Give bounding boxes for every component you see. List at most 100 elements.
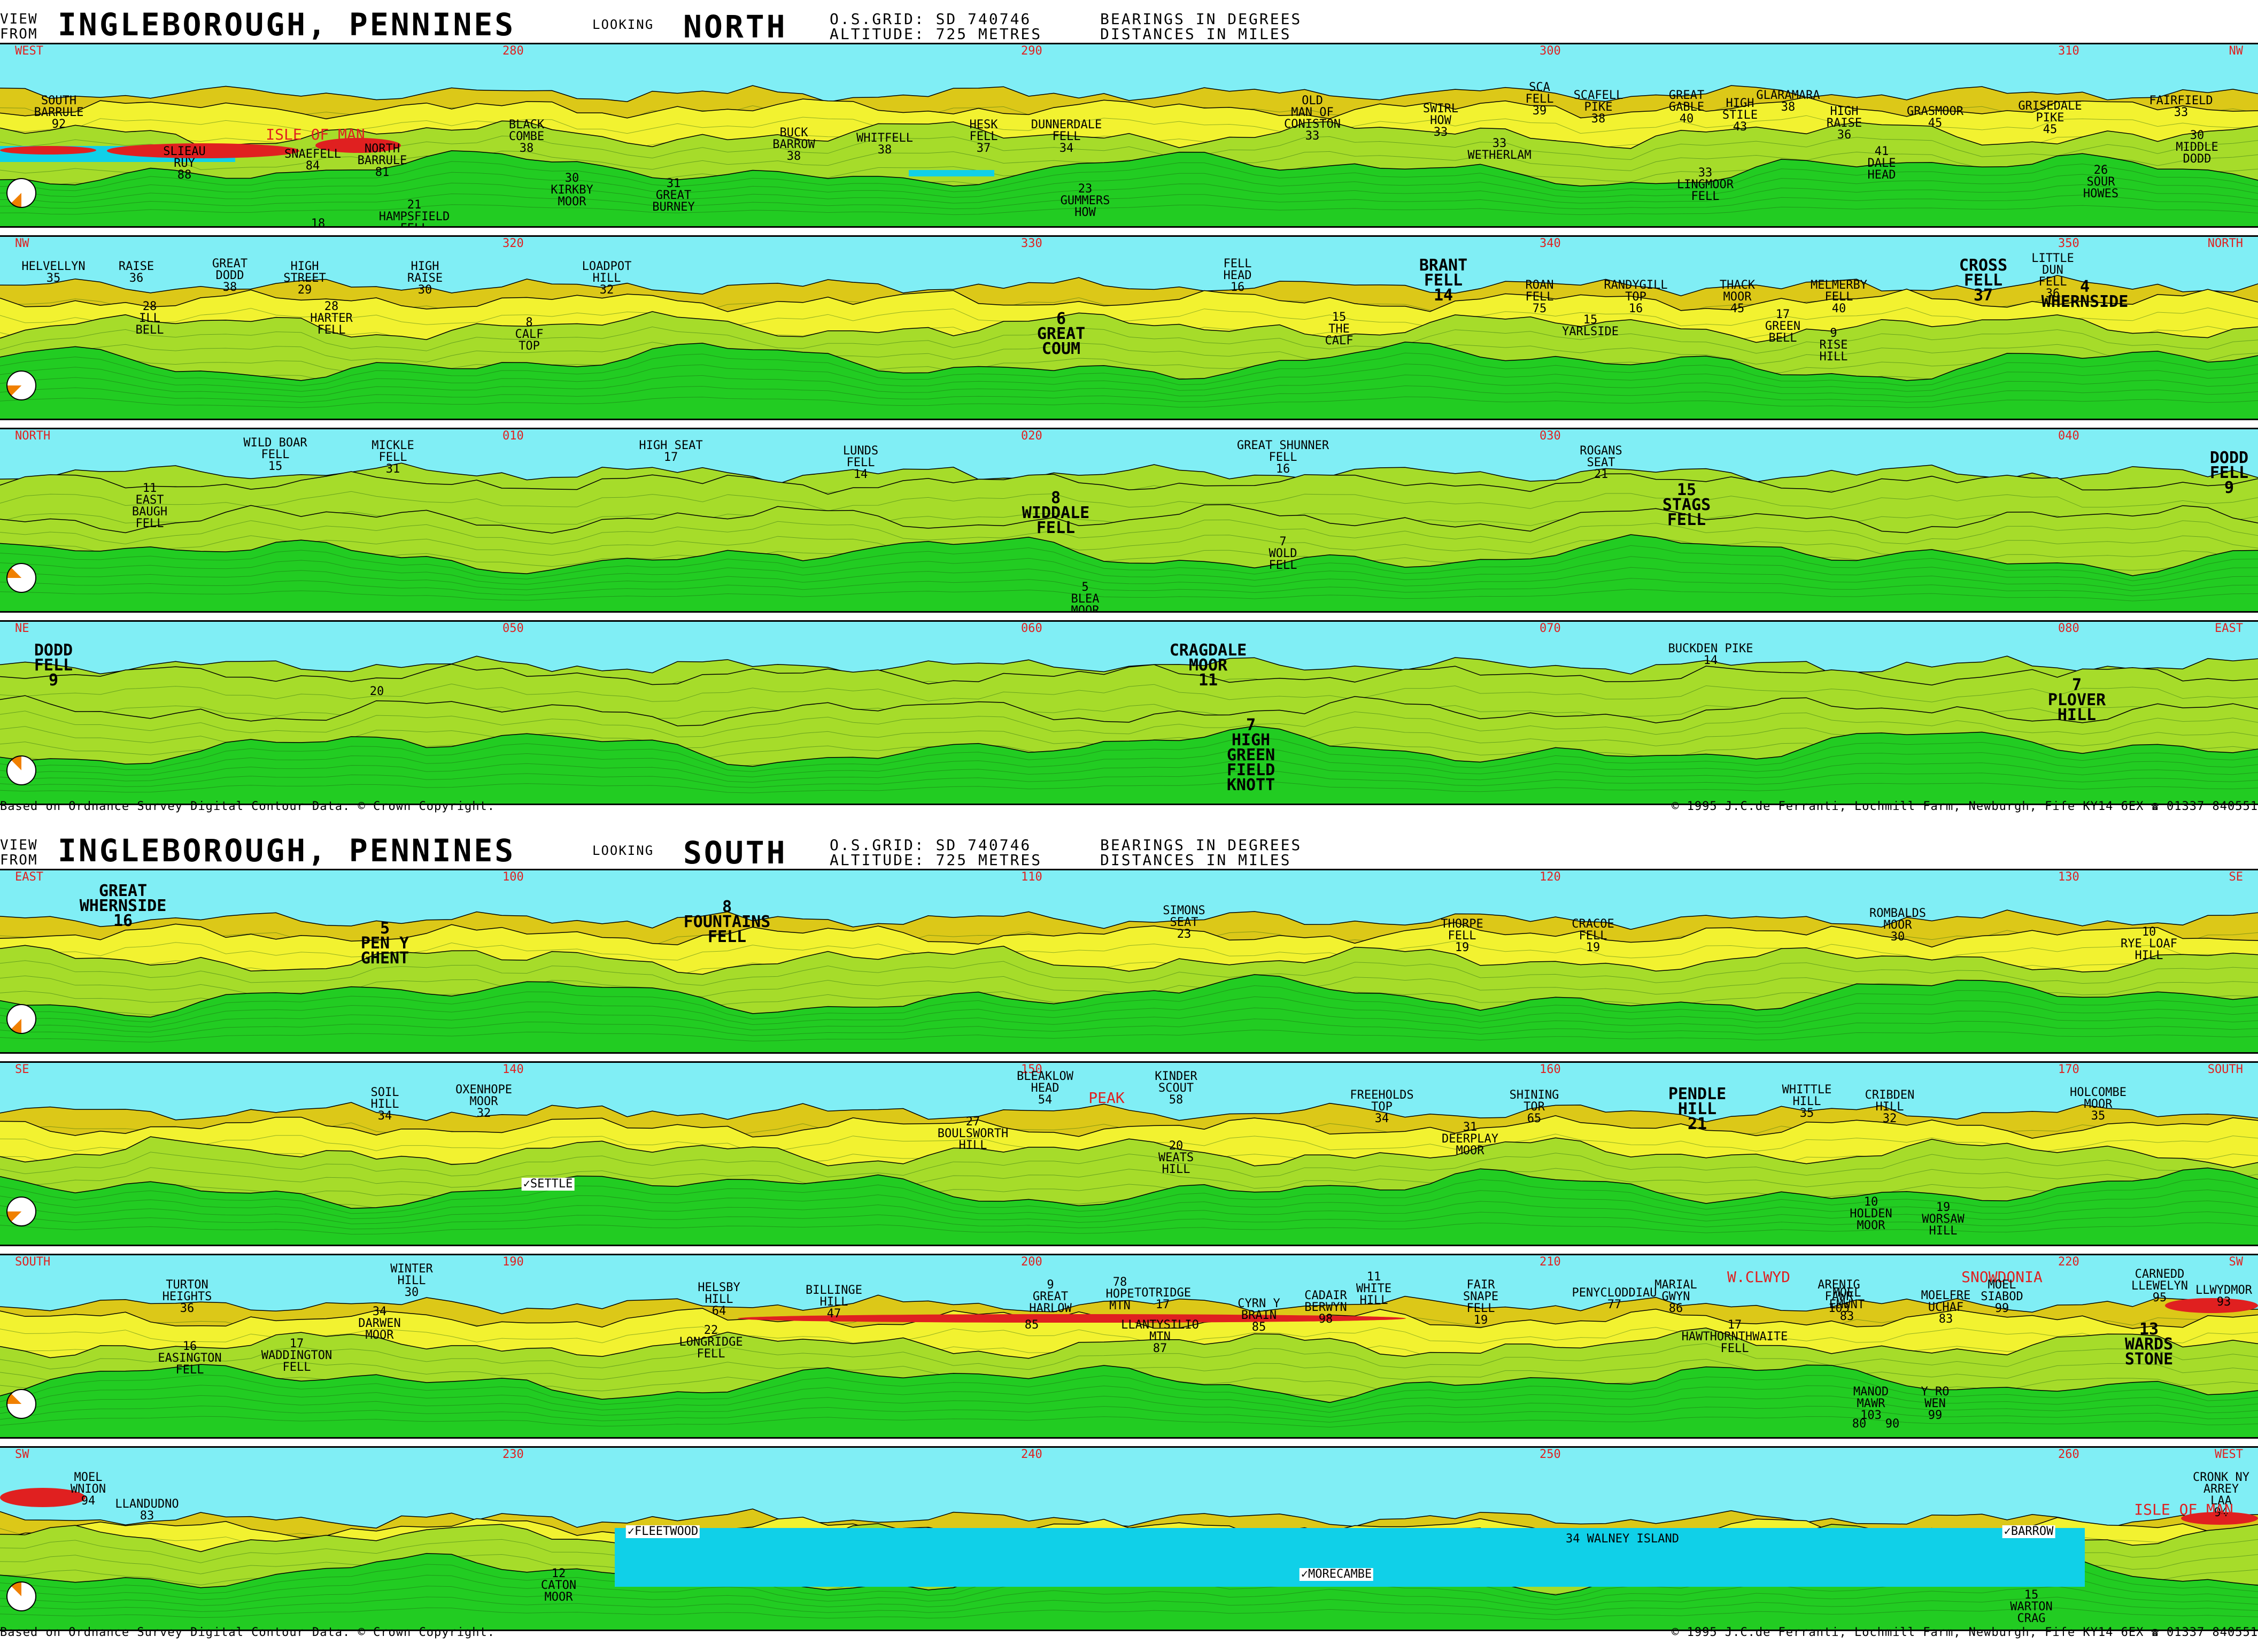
direction-left: EAST: [15, 870, 43, 884]
header-north: VIEW FROM INGLEBOROUGH, PENNINES LOOKING…: [0, 0, 2258, 45]
peak-label: HIGH RAISE 30: [407, 260, 443, 297]
peak-label: 17 WADDINGTON FELL: [261, 1337, 332, 1374]
direction-right: SW: [2229, 1255, 2244, 1269]
bearing-sector-icon: [6, 1196, 36, 1226]
view-from-label: VIEW FROM: [0, 837, 38, 868]
direction-right: NORTH: [2207, 237, 2243, 250]
bearing-sector-icon: [6, 1004, 36, 1034]
bearing-tick: 310: [2058, 44, 2079, 58]
distances-note: DISTANCES IN MILES: [1100, 851, 1292, 869]
bearing-tick: 220: [2058, 1255, 2079, 1269]
bearing-tick: 280: [502, 44, 524, 58]
peak-label: 20 WEATS HILL: [1158, 1139, 1194, 1176]
peak-label: 8 CALF TOP: [515, 316, 544, 353]
peak-label: 6 GREAT COUM: [1037, 310, 1086, 358]
peak-label: SOIL HILL 34: [370, 1086, 399, 1123]
peak-label: WILD BOAR FELL 15: [243, 436, 307, 473]
place-title: INGLEBOROUGH, PENNINES: [58, 6, 516, 43]
peak-label: CYRN Y BRAIN 85: [1238, 1297, 1280, 1334]
peak-label: GRISEDALE PIKE 45: [2018, 99, 2082, 136]
peak-label: CRAGDALE MOOR 11: [1169, 641, 1247, 690]
peak-label: 12 SCOUT HILL: [1228, 226, 1242, 227]
distant-red-hill: [0, 146, 96, 155]
peak-label: 13 WARDS STONE: [2124, 1320, 2174, 1369]
direction-right: SOUTH: [2207, 1063, 2243, 1076]
header-south: VIEW FROM INGLEBOROUGH, PENNINES LOOKING…: [0, 826, 2258, 871]
peak-label: THACK MOOR 45: [1719, 279, 1756, 315]
peak-label: SCA FELL 39: [1525, 81, 1554, 118]
peak-label: FREEHOLDS TOP 34: [1350, 1089, 1414, 1125]
peak-label: 20: [369, 685, 384, 698]
peak-label: MELMERBY FELL 40: [1811, 279, 1867, 315]
peak-label: RANDYGILL TOP 16: [1604, 279, 1668, 315]
bearing-tick: 140: [502, 1063, 524, 1076]
bearing-tick: 190: [502, 1255, 524, 1269]
peak-label: SOUTH BARRULE 92: [34, 94, 84, 131]
peak-label: BILLINGE HILL 47: [806, 1284, 862, 1321]
peak-label: 16 EASINGTON FELL: [158, 1340, 222, 1377]
peak-label: DODD FELL 9: [34, 641, 73, 690]
peak-label: 7 PLOVER HILL: [2047, 676, 2106, 724]
peak-label: 33 LINGMOOR FELL: [1677, 166, 1734, 203]
peak-label: 27 BOULSWORTH HILL: [937, 1115, 1009, 1152]
peak-label: HIGH STILE 43: [1722, 97, 1758, 134]
panorama-strip: NW NORTH 320 330 340 350 HELVELLYN 35 RAISE 36 G…: [0, 235, 2258, 420]
peak-label: PENDLE HILL 21: [1668, 1085, 1727, 1133]
looking-direction: SOUTH: [683, 835, 787, 871]
footer-copyright: © 1995 J.C.de Ferranti, Lochmill Farm, N…: [1672, 800, 2258, 813]
bearing-tick: 030: [1540, 429, 1561, 443]
bearing-sector-icon: [6, 1389, 36, 1419]
peak-label: SWIRL HOW 33: [1422, 102, 1459, 139]
peak-label: MOEL WNION 94: [70, 1471, 106, 1508]
peak-label: LUNDS FELL 14: [842, 444, 879, 481]
peak-label: 30 KIRKBY MOOR: [551, 172, 593, 209]
peak-label: MANOD MAWR 103: [1853, 1385, 1889, 1422]
direction-left: WEST: [15, 44, 43, 58]
peak-label: 22 LONGRIDGE FELL: [679, 1324, 743, 1361]
peak-label: MARIAL GWYN 86: [1654, 1278, 1697, 1315]
peak-label: CARNEDD LLEWELYN 95: [2131, 1268, 2188, 1304]
bearing-tick: 350: [2058, 237, 2079, 250]
peak-label: SIMONS SEAT 23: [1163, 904, 1205, 941]
bearing-sector-icon: [6, 755, 36, 785]
bearing-tick: 020: [1021, 429, 1042, 443]
panorama-north: VIEW FROM INGLEBOROUGH, PENNINES LOOKING…: [0, 0, 2258, 823]
peak-label: ROAN FELL 75: [1525, 279, 1554, 315]
bearing-tick: 080: [2058, 622, 2079, 635]
peak-label: HELVELLYN 35: [21, 260, 86, 285]
panorama-strip: SW WEST 230 240 250 260 MOEL WNION 94 LLANDUDNO…: [0, 1446, 2258, 1631]
bearing-tick: 110: [1021, 870, 1042, 884]
peak-label: MOEL SIABOD 99: [1981, 1278, 2023, 1315]
peak-label: CROSS FELL 37: [1959, 256, 2008, 305]
panorama-strip: NORTH 010 020 030 040 11 EAST BAUGH FELL WILD …: [0, 428, 2258, 613]
peak-label: GREAT DODD 38: [212, 257, 248, 294]
peak-label: HOLCOMBE MOOR 35: [2070, 1086, 2126, 1123]
peak-label: FAIRFIELD 33: [2149, 94, 2213, 119]
bearing-tick: 320: [502, 237, 524, 250]
peak-label: 7 HIGH GREEN FIELD KNOTT: [1226, 716, 1275, 794]
peak-label: DODD FELL 9: [2209, 449, 2249, 497]
peak-label: ✓MORECAMBE: [1299, 1568, 1374, 1581]
footer-credit: Based on Ordnance Survey Digital Contour…: [0, 800, 495, 813]
peak-label: LLWYDMOR 93: [2195, 1284, 2252, 1309]
peak-label: KINDER SCOUT 58: [1155, 1070, 1197, 1107]
peak-label: 15 STAGS FELL: [1662, 481, 1711, 529]
peak-label: ✓BARROW: [2002, 1525, 2055, 1538]
peak-label: 26 SOUR HOWES: [2083, 164, 2119, 200]
bearing-tick: 130: [2058, 870, 2079, 884]
peak-label: SNAEFELL 84: [284, 148, 341, 173]
bearing-tick: 290: [1021, 44, 1042, 58]
peak-label: 9 RISE HILL: [1819, 327, 1848, 364]
altitude: ALTITUDE: 725 METRES: [830, 851, 1042, 869]
peak-label: OLD MAN OF CONISTON 33: [1284, 94, 1341, 143]
panorama-strip: NE EAST 050 060 070 080 DODD FELL 9 20 CRAGDALE …: [0, 620, 2258, 805]
peak-label: CRACOE FELL 19: [1572, 917, 1614, 954]
bearing-tick: 210: [1540, 1255, 1561, 1269]
terrain-graphic: [0, 1063, 2258, 1245]
peak-label: 5 PEN Y GHENT: [360, 919, 409, 968]
peak-label: HIGH STREET 29: [283, 260, 326, 297]
bearing-sector-icon: [6, 563, 36, 593]
bearing-sector-icon: [6, 1581, 36, 1611]
peak-label: 4 WHERNSIDE: [2041, 277, 2129, 311]
terrain-graphic: [0, 622, 2258, 804]
